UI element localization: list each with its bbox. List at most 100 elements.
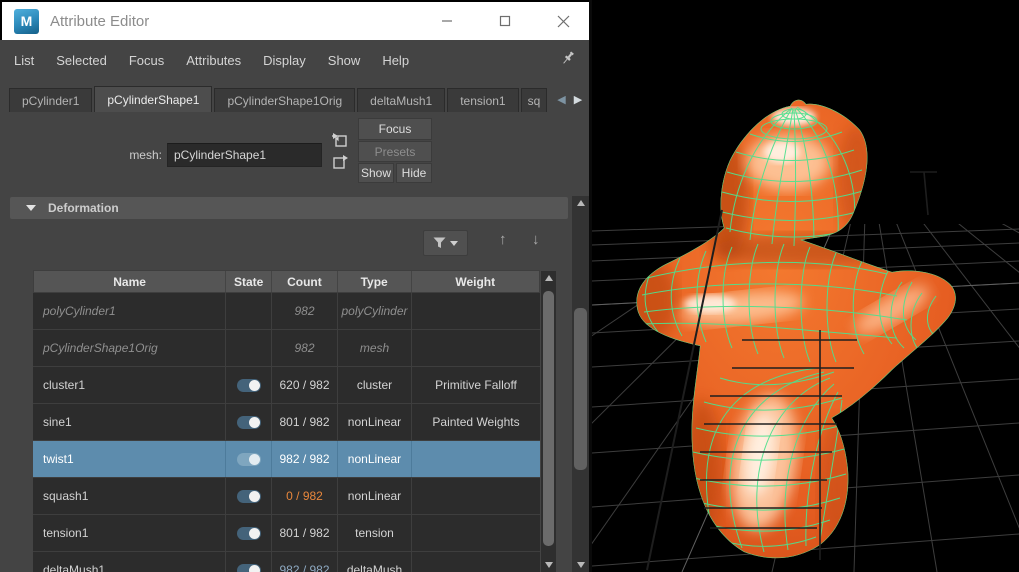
cell-type: deltaMush (338, 552, 412, 572)
column-header-weight[interactable]: Weight (412, 271, 539, 292)
state-toggle[interactable] (237, 490, 261, 503)
cell-name: twist1 (33, 441, 226, 477)
cell-type: tension (338, 515, 412, 551)
menu-focus[interactable]: Focus (129, 53, 164, 68)
close-button[interactable] (534, 2, 592, 40)
pin-icon[interactable] (560, 50, 576, 71)
column-header-count[interactable]: Count (272, 271, 338, 292)
menu-selected[interactable]: Selected (56, 53, 107, 68)
cell-weight (412, 441, 540, 477)
cell-name: deltaMush1 (33, 552, 226, 572)
tab-pCylinder1[interactable]: pCylinder1 (9, 88, 92, 112)
funnel-icon (433, 237, 446, 249)
scroll-up-icon[interactable] (577, 200, 585, 206)
table-row-pCylinderShape1Orig[interactable]: pCylinderShape1Orig982mesh (33, 330, 540, 367)
maya-screen: M Attribute Editor List Selected Focus Attr… (0, 0, 1019, 572)
mesh-name-input[interactable] (167, 143, 322, 167)
viewport-3d[interactable] (592, 0, 1019, 572)
table-row-polyCylinder1[interactable]: polyCylinder1982polyCylinder (33, 293, 540, 330)
tab-scroll-right-icon[interactable]: ▶ (574, 93, 582, 106)
state-toggle[interactable] (237, 527, 261, 540)
cell-state (226, 515, 272, 551)
window-title: Attribute Editor (50, 13, 149, 30)
menu-help[interactable]: Help (382, 53, 409, 68)
titlebar[interactable]: M Attribute Editor (0, 0, 592, 40)
tab-sq[interactable]: sq (521, 88, 548, 112)
maximize-button[interactable] (476, 2, 534, 40)
table-scrollbar-thumb[interactable] (543, 291, 554, 546)
presets-button[interactable]: Presets (358, 141, 432, 162)
cell-name: squash1 (33, 478, 226, 514)
tab-pCylinderShape1Orig[interactable]: pCylinderShape1Orig (214, 88, 355, 112)
input-connection-icon[interactable] (329, 130, 351, 151)
tab-pCylinderShape1[interactable]: pCylinderShape1 (94, 86, 212, 112)
state-toggle[interactable] (237, 379, 261, 392)
menu-attributes[interactable]: Attributes (186, 53, 241, 68)
cell-count: 801 / 982 (272, 404, 338, 440)
menu-display[interactable]: Display (263, 53, 306, 68)
move-down-button[interactable]: ↓ (532, 231, 540, 248)
cell-name: polyCylinder1 (33, 293, 226, 329)
focus-button[interactable]: Focus (358, 118, 432, 140)
menu-show[interactable]: Show (328, 53, 361, 68)
cell-weight (412, 293, 540, 329)
cell-state (226, 293, 272, 329)
table-body: polyCylinder1982polyCylinderpCylinderSha… (33, 293, 540, 572)
table-row-squash1[interactable]: squash10 / 982nonLinear (33, 478, 540, 515)
table-scrollbar[interactable] (541, 271, 556, 572)
cell-type: cluster (338, 367, 412, 403)
hide-button[interactable]: Hide (396, 163, 432, 183)
tab-scroll-left-icon[interactable]: ◀ (557, 93, 565, 106)
cell-weight: Painted Weights (412, 404, 540, 440)
attribute-editor-window: M Attribute Editor List Selected Focus Attr… (0, 0, 592, 572)
scroll-up-icon[interactable] (545, 275, 553, 281)
cell-count: 801 / 982 (272, 515, 338, 551)
deformer-table: NameStateCountTypeWeight polyCylinder198… (33, 270, 540, 572)
cell-name: cluster1 (33, 367, 226, 403)
cell-name: tension1 (33, 515, 226, 551)
cell-state (226, 478, 272, 514)
table-row-tension1[interactable]: tension1 801 / 982tension (33, 515, 540, 552)
panel-scrollbar[interactable] (572, 196, 589, 572)
cell-type: nonLinear (338, 441, 412, 477)
minimize-button[interactable] (418, 2, 476, 40)
column-header-state[interactable]: State (226, 271, 272, 292)
cell-name: sine1 (33, 404, 226, 440)
table-row-deltaMush1[interactable]: deltaMush1982 / 982deltaMush (33, 552, 540, 572)
cell-state (226, 367, 272, 403)
tab-deltaMush1[interactable]: deltaMush1 (357, 88, 445, 112)
column-header-type[interactable]: Type (338, 271, 412, 292)
cell-state (226, 441, 272, 477)
show-button[interactable]: Show (358, 163, 394, 183)
section-title: Deformation (48, 201, 119, 215)
cell-state (226, 404, 272, 440)
mesh-field-label: mesh: (92, 148, 162, 162)
table-row-cluster1[interactable]: cluster1620 / 982clusterPrimitive Fallof… (33, 367, 540, 404)
table-row-twist1[interactable]: twist1 982 / 982nonLinear (33, 441, 540, 478)
column-header-name[interactable]: Name (34, 271, 226, 292)
move-up-button[interactable]: ↑ (499, 231, 507, 248)
menubar: List Selected Focus Attributes Display Show He… (0, 44, 592, 76)
table-row-sine1[interactable]: sine1801 / 982nonLinearPainted Weights (33, 404, 540, 441)
cell-weight (412, 515, 540, 551)
deformation-section-header[interactable]: Deformation (10, 197, 568, 219)
filter-button[interactable] (423, 230, 468, 256)
cell-count: 982 (272, 330, 338, 366)
cell-name: pCylinderShape1Orig (33, 330, 226, 366)
chevron-down-icon (450, 241, 458, 246)
cell-state (226, 330, 272, 366)
tab-tension1[interactable]: tension1 (447, 88, 518, 112)
scroll-down-icon[interactable] (577, 562, 585, 568)
state-toggle[interactable] (237, 564, 261, 572)
collapse-triangle-icon (26, 205, 36, 211)
state-toggle[interactable] (237, 453, 261, 466)
menu-list[interactable]: List (14, 53, 34, 68)
state-toggle[interactable] (237, 416, 261, 429)
output-connection-icon[interactable] (329, 152, 351, 173)
scroll-down-icon[interactable] (545, 562, 553, 568)
cell-count: 620 / 982 (272, 367, 338, 403)
cell-weight (412, 478, 540, 514)
panel-scrollbar-thumb[interactable] (574, 308, 587, 470)
cell-count: 982 / 982 (272, 441, 338, 477)
cell-weight (412, 552, 540, 572)
